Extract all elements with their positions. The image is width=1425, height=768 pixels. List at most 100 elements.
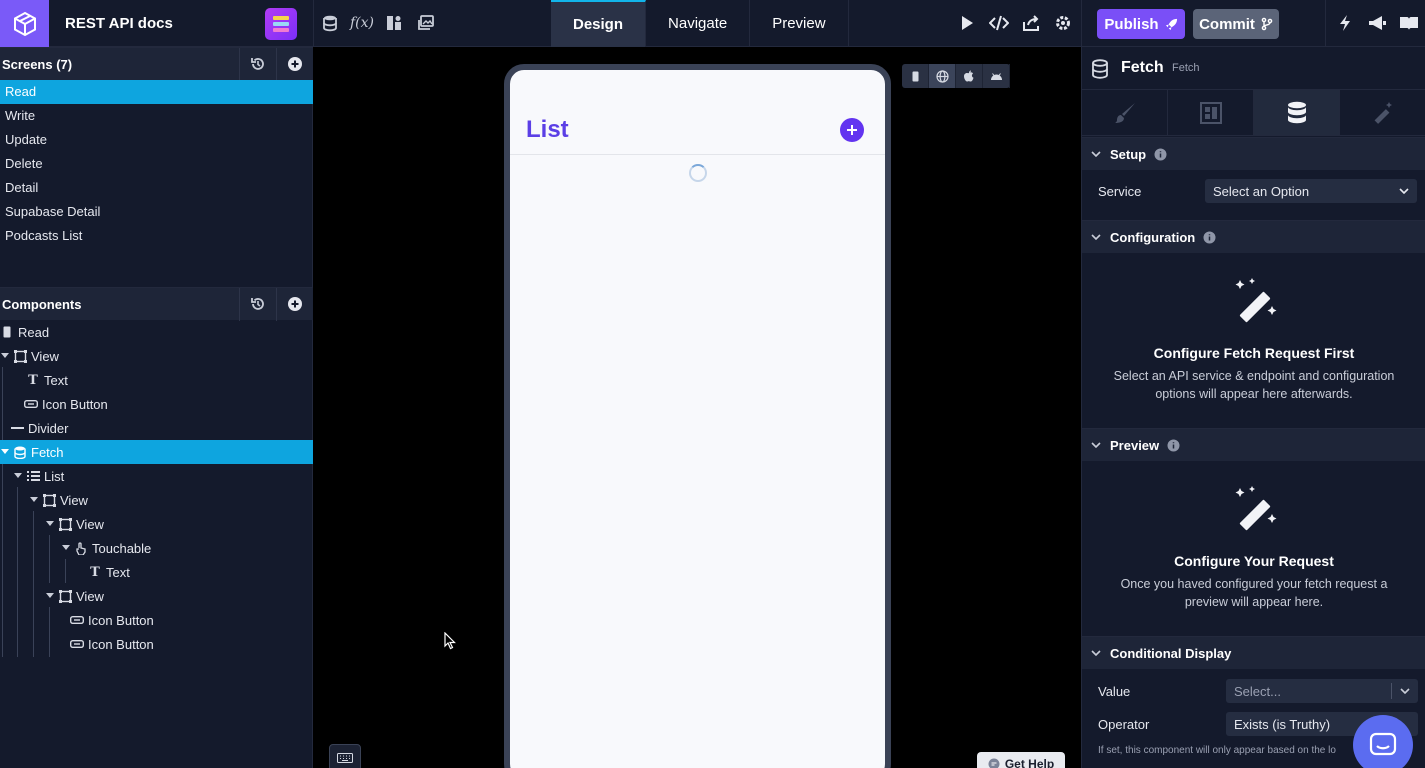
device-preview[interactable]: List — [504, 64, 891, 768]
chevron-down-icon[interactable] — [61, 543, 71, 553]
web-icon[interactable] — [929, 64, 956, 88]
info-icon[interactable] — [1154, 148, 1167, 161]
tree-item-read[interactable]: Read — [0, 320, 313, 344]
publish-button[interactable]: Publish — [1097, 9, 1185, 39]
configuration-heading: Configure Fetch Request First — [1153, 345, 1355, 361]
tree-item-view[interactable]: View — [0, 584, 313, 608]
gear-icon[interactable] — [1052, 12, 1074, 34]
inspector-title[interactable]: Fetch — [1121, 59, 1164, 77]
tree-item-view[interactable]: View — [0, 344, 313, 368]
get-help-label: Get Help — [1004, 757, 1055, 768]
app-icon[interactable] — [265, 8, 297, 40]
tree-item-text[interactable]: T Text — [0, 560, 313, 584]
tab-data[interactable] — [1254, 90, 1340, 135]
app-title: REST API docs — [65, 15, 173, 32]
tree-item-divider[interactable]: Divider — [0, 416, 313, 440]
chevron-down-icon — [1082, 151, 1110, 157]
tree-item-view[interactable]: View — [0, 488, 313, 512]
keyboard-icon[interactable] — [329, 744, 361, 768]
history-icon[interactable] — [239, 47, 276, 81]
tab-design[interactable]: Design — [551, 0, 647, 47]
screen-item[interactable]: Detail — [0, 176, 313, 200]
preview-body: Once you haved configured your fetch req… — [1120, 577, 1388, 609]
screen-item[interactable]: Update — [0, 128, 313, 152]
tab-navigate[interactable]: Navigate — [646, 0, 751, 47]
magic-wand-icon — [1235, 486, 1277, 531]
android-icon[interactable] — [983, 64, 1010, 88]
tree-item-fetch[interactable]: Fetch — [0, 440, 313, 464]
database-icon — [13, 445, 27, 459]
section-title: Conditional Display — [1110, 645, 1232, 661]
tree-item-icon-button[interactable]: Icon Button — [0, 632, 313, 656]
tree-item-label: Text — [106, 564, 130, 580]
value-placeholder: Select... — [1234, 683, 1281, 699]
mouse-cursor-icon — [444, 632, 456, 650]
tree-item-icon-button[interactable]: Icon Button — [0, 392, 313, 416]
value-select[interactable]: Select... — [1226, 679, 1418, 703]
book-icon[interactable] — [1398, 12, 1420, 34]
megaphone-icon[interactable] — [1366, 12, 1388, 34]
inspector-tabs — [1082, 89, 1425, 136]
logo-icon[interactable] — [0, 0, 49, 47]
screen-item[interactable]: Supabase Detail — [0, 200, 313, 224]
section-configuration[interactable]: Configuration — [1082, 220, 1425, 253]
screen-item[interactable]: Delete — [0, 152, 313, 176]
rocket-icon — [1165, 18, 1177, 30]
tree-item-text[interactable]: T Text — [0, 368, 313, 392]
play-icon[interactable] — [956, 12, 978, 34]
screen-item[interactable]: Podcasts List — [0, 224, 313, 248]
chevron-down-icon[interactable] — [45, 519, 55, 529]
info-icon[interactable] — [1203, 231, 1216, 244]
tree-item-label: Icon Button — [42, 396, 108, 412]
tree-item-label: List — [44, 468, 65, 484]
apple-icon[interactable] — [956, 64, 983, 88]
section-setup[interactable]: Setup — [1082, 137, 1425, 170]
commit-button[interactable]: Commit — [1193, 9, 1279, 39]
icon-button-icon — [70, 613, 84, 627]
share-icon[interactable] — [1020, 12, 1042, 34]
history-icon[interactable] — [239, 287, 276, 321]
tree-item-list[interactable]: List — [0, 464, 313, 488]
add-screen-icon[interactable] — [276, 47, 313, 81]
screen-item[interactable]: Read — [0, 80, 313, 104]
chevron-down-icon[interactable] — [45, 591, 55, 601]
section-conditional-display[interactable]: Conditional Display — [1082, 636, 1425, 669]
view-icon — [42, 493, 56, 507]
brush-icon — [1114, 102, 1135, 123]
get-help-button[interactable]: Get Help — [977, 752, 1065, 768]
screen-item[interactable]: Write — [0, 104, 313, 128]
tab-preview[interactable]: Preview — [750, 0, 849, 47]
layout-icon — [1199, 101, 1222, 124]
tab-layout[interactable] — [1168, 90, 1254, 135]
chevron-down-icon[interactable] — [29, 495, 39, 505]
chevron-down-icon — [1399, 188, 1409, 194]
tree-item-view[interactable]: View — [0, 512, 313, 536]
chevron-down-icon[interactable] — [0, 447, 10, 457]
service-select[interactable]: Select an Option — [1205, 179, 1417, 203]
tab-style[interactable] — [1082, 90, 1168, 135]
chat-support-button[interactable] — [1353, 715, 1413, 768]
chevron-down-icon[interactable] — [0, 351, 10, 361]
chevron-down-icon[interactable] — [13, 471, 23, 481]
section-title: Preview — [1110, 437, 1160, 453]
list-icon — [26, 469, 40, 483]
divider-icon — [10, 421, 24, 435]
chat-icon — [988, 758, 1000, 768]
database-icon[interactable] — [319, 12, 341, 34]
section-preview[interactable]: Preview — [1082, 428, 1425, 461]
assets-icon[interactable] — [383, 12, 405, 34]
lightning-icon[interactable] — [1334, 12, 1356, 34]
magic-wand-icon — [1374, 101, 1392, 124]
touch-icon — [74, 541, 88, 555]
media-icon[interactable] — [415, 12, 437, 34]
tree-item-touchable[interactable]: Touchable — [0, 536, 313, 560]
tab-actions[interactable] — [1340, 90, 1425, 135]
list-title[interactable]: List — [526, 116, 569, 144]
function-icon[interactable]: f(x) — [350, 12, 374, 34]
phone-icon[interactable] — [902, 64, 929, 88]
add-item-button[interactable] — [840, 118, 864, 142]
tree-item-icon-button[interactable]: Icon Button — [0, 608, 313, 632]
info-icon[interactable] — [1167, 439, 1180, 452]
add-component-icon[interactable] — [276, 287, 313, 321]
code-icon[interactable] — [988, 12, 1010, 34]
